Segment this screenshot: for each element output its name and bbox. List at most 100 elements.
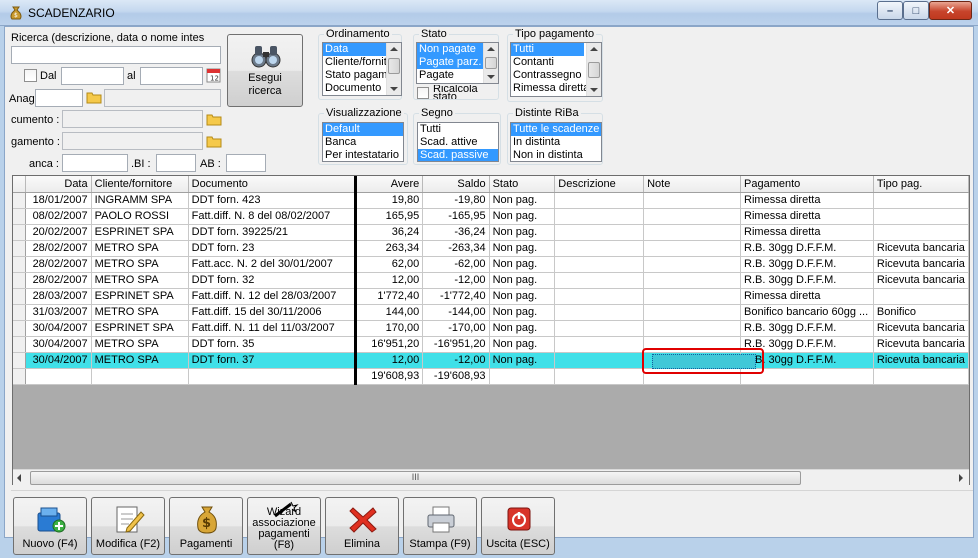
cell-cliente[interactable]: METRO SPA <box>91 336 189 353</box>
stato-listbox[interactable]: Non pagate Pagate parz. Pagate <box>416 42 499 84</box>
anag-folder-icon[interactable] <box>86 90 102 104</box>
column-header-descrizione[interactable]: Descrizione <box>554 176 645 193</box>
table-row[interactable]: 28/02/2007 METRO SPA DDT forn. 32 12,00 -12,… <box>13 272 969 289</box>
cell-saldo[interactable]: -170,00 <box>422 320 490 337</box>
cell-stato[interactable]: Non pag. <box>489 304 556 321</box>
cell-stato[interactable]: Non pag. <box>489 320 556 337</box>
stato-item[interactable]: Pagate parz. <box>417 56 483 69</box>
close-button[interactable]: ✕ <box>929 1 972 20</box>
cell-descrizione[interactable] <box>554 288 645 305</box>
cell-documento[interactable]: DDT forn. 32 <box>188 272 358 289</box>
cell-saldo[interactable]: -12,00 <box>422 272 490 289</box>
segno-item[interactable]: Tutti <box>418 123 498 136</box>
cell-stato[interactable]: Non pag. <box>489 224 556 241</box>
cell-data[interactable]: 28/02/2007 <box>25 272 92 289</box>
stampa-button[interactable]: Stampa (F9) <box>403 497 477 555</box>
cell-note[interactable] <box>643 240 742 257</box>
cell-cliente[interactable]: METRO SPA <box>91 352 189 369</box>
cell-stato[interactable]: Non pag. <box>489 192 556 209</box>
cell-tipo-pag[interactable] <box>873 288 969 305</box>
cell-saldo[interactable]: -62,00 <box>422 256 490 273</box>
row-indicator[interactable] <box>13 304 26 321</box>
visualizzazione-item[interactable]: Default <box>323 123 403 136</box>
pagamento-folder-icon[interactable] <box>206 134 222 148</box>
cell-note[interactable] <box>643 224 742 241</box>
dal-checkbox[interactable] <box>24 69 37 82</box>
cell-note[interactable] <box>643 208 742 225</box>
table-row[interactable]: 28/03/2007 ESPRINET SPA Fatt.diff. N. 12 d… <box>13 288 969 305</box>
distinte-listbox[interactable]: Tutte le scadenze In distinta Non in dis… <box>510 122 602 162</box>
modifica-button[interactable]: Modifica (F2) <box>91 497 165 555</box>
cell-pagamento[interactable]: Rimessa diretta <box>740 208 874 225</box>
cell-descrizione[interactable] <box>554 352 645 369</box>
cell-descrizione[interactable] <box>554 272 645 289</box>
cell-stato[interactable]: Non pag. <box>489 336 556 353</box>
visualizzazione-item[interactable]: Per intestatario <box>323 149 403 161</box>
cell-note[interactable] <box>643 192 742 209</box>
scroll-down-icon[interactable] <box>590 88 598 92</box>
ordinamento-item[interactable]: Data <box>323 43 386 56</box>
cell-saldo[interactable]: -144,00 <box>422 304 490 321</box>
distinte-item[interactable]: Non in distinta <box>511 149 601 161</box>
cell-data[interactable]: 08/02/2007 <box>25 208 92 225</box>
cell-documento[interactable]: Fatt.diff. N. 11 del 11/03/2007 <box>188 320 358 337</box>
scroll-thumb[interactable] <box>588 62 600 78</box>
cell-note[interactable] <box>643 304 742 321</box>
cell-saldo[interactable]: -165,95 <box>422 208 490 225</box>
cell-avere[interactable]: 12,00 <box>355 272 424 289</box>
date-to-input[interactable] <box>140 67 203 85</box>
cell-saldo[interactable]: -16'951,20 <box>422 336 490 353</box>
table-row[interactable]: 18/01/2007 INGRAMM SPA DDT forn. 423 19,80-… <box>13 192 969 209</box>
cell-saldo[interactable]: -36,24 <box>422 224 490 241</box>
tipo-pagamento-scrollbar[interactable] <box>586 43 601 96</box>
cell-saldo[interactable]: -19,80 <box>422 192 490 209</box>
cell-cliente[interactable]: ESPRINET SPA <box>91 288 189 305</box>
cell-documento[interactable]: DDT forn. 23 <box>188 240 358 257</box>
cell-descrizione[interactable] <box>554 320 645 337</box>
stato-item[interactable]: Pagate <box>417 69 483 82</box>
row-indicator[interactable] <box>13 192 26 209</box>
cell-data[interactable]: 30/04/2007 <box>25 352 92 369</box>
cell-avere[interactable]: 62,00 <box>355 256 424 273</box>
abi-input[interactable] <box>156 154 196 172</box>
cell-tipo-pag[interactable] <box>873 208 969 225</box>
column-header-avere[interactable]: Avere <box>355 176 424 193</box>
cell-avere[interactable]: 12,00 <box>355 352 424 369</box>
cell-pagamento[interactable]: R.B. 30gg D.F.F.M. <box>740 320 874 337</box>
cell-tipo-pag[interactable] <box>873 224 969 241</box>
tipo-pagamento-item[interactable]: Tutti <box>511 43 584 56</box>
cell-data[interactable]: 30/04/2007 <box>25 336 92 353</box>
horizontal-scrollbar[interactable]: III <box>13 469 969 485</box>
cell-documento[interactable]: Fatt.diff. 15 del 30/11/2006 <box>188 304 358 321</box>
cell-tipo-pag[interactable]: Ricevuta bancaria <box>873 272 969 289</box>
ricalcola-checkbox[interactable] <box>417 87 429 99</box>
column-header-note[interactable]: Note <box>643 176 742 193</box>
cell-avere[interactable]: 36,24 <box>355 224 424 241</box>
maximize-button[interactable]: □ <box>903 1 929 20</box>
cell-cliente[interactable]: METRO SPA <box>91 256 189 273</box>
cell-note[interactable] <box>643 320 742 337</box>
nuovo-button[interactable]: Nuovo (F4) <box>13 497 87 555</box>
cell-pagamento[interactable]: Rimessa diretta <box>740 288 874 305</box>
column-header-cliente[interactable]: Cliente/fornitore <box>91 176 189 193</box>
minimize-button[interactable]: – <box>877 1 903 20</box>
scroll-right-icon[interactable] <box>959 474 963 482</box>
cell-avere[interactable]: 19,80 <box>355 192 424 209</box>
cell-descrizione[interactable] <box>554 304 645 321</box>
row-indicator[interactable] <box>13 352 26 369</box>
calendar-icon[interactable]: 12 <box>206 67 221 83</box>
scadenze-grid[interactable]: Data Cliente/fornitore Documento Avere S… <box>12 175 970 485</box>
row-indicator[interactable] <box>13 208 26 225</box>
cell-descrizione[interactable] <box>554 208 645 225</box>
scroll-down-icon[interactable] <box>390 87 398 91</box>
table-row[interactable]: 20/02/2007 ESPRINET SPA DDT forn. 39225/21… <box>13 224 969 241</box>
ordinamento-item[interactable]: Stato pagam <box>323 69 386 82</box>
column-header-tipo-pag[interactable]: Tipo pag. <box>873 176 969 193</box>
uscita-button[interactable]: Uscita (ESC) <box>481 497 555 555</box>
cell-avere[interactable]: 165,95 <box>355 208 424 225</box>
cell-descrizione[interactable] <box>554 192 645 209</box>
cell-descrizione[interactable] <box>554 256 645 273</box>
cell-saldo[interactable]: -12,00 <box>422 352 490 369</box>
wizard-button[interactable]: Wizard associazione pagamenti (F8) <box>247 497 321 555</box>
ordinamento-listbox[interactable]: Data Cliente/fornit Stato pagam Document… <box>322 42 402 96</box>
